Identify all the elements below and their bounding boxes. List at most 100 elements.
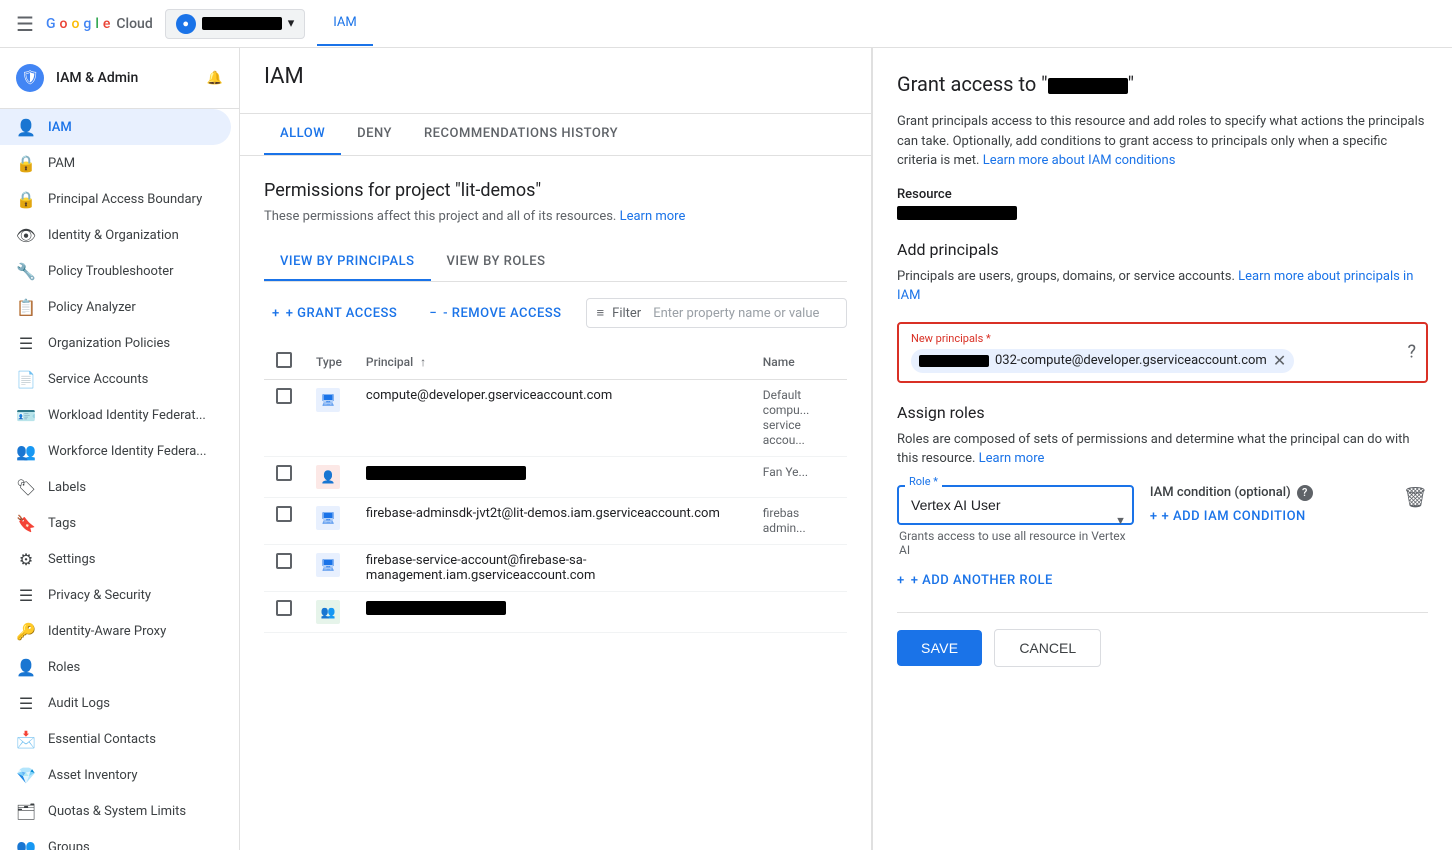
sidebar: 🛡 IAM & Admin 🔔 👤 IAM 🔒 PAM 🔒 Principal … [0,48,240,850]
remove-access-button[interactable]: − - REMOVE ACCESS [421,300,569,327]
sidebar-item-policy-troubleshooter[interactable]: 🔧 Policy Troubleshooter [0,253,231,289]
filter-placeholder: Enter property name or value [653,306,819,321]
chip-close-icon[interactable]: ✕ [1273,353,1286,369]
name-text: firebas admin... [763,506,806,535]
sidebar-item-privacy-security[interactable]: ☰ Privacy & Security [0,577,231,613]
sidebar-item-asset-inventory[interactable]: 💎 Asset Inventory [0,757,231,793]
sidebar-item-workload-identity[interactable]: 🪪 Workload Identity Federat... [0,397,231,433]
sidebar-item-label: Quotas & System Limits [48,804,186,819]
role-select-label: Role * [905,475,942,488]
permissions-desc: These permissions affect this project an… [264,209,847,224]
sidebar-item-labels[interactable]: 🏷 Labels [0,469,231,505]
service-accounts-icon: 📄 [16,369,36,389]
view-by-principals-tab[interactable]: VIEW BY PRINCIPALS [264,244,431,281]
grant-description: Grant principals access to this resource… [897,112,1428,171]
add-another-role-button[interactable]: + + ADD ANOTHER ROLE [897,565,1428,596]
roles-icon: 👤 [16,657,36,677]
sidebar-item-pab[interactable]: 🔒 Principal Access Boundary [0,181,231,217]
sidebar-item-policy-analyzer[interactable]: 📋 Policy Analyzer [0,289,231,325]
iam-title: IAM [264,64,847,89]
view-by-roles-tab[interactable]: VIEW BY ROLES [431,244,562,281]
action-buttons: SAVE CANCEL [897,629,1428,667]
sidebar-item-roles[interactable]: 👤 Roles [0,649,231,685]
select-all-checkbox[interactable] [276,352,292,368]
sidebar-item-label: Labels [48,480,86,495]
sidebar-item-identity[interactable]: 👁 Identity & Organization [0,217,231,253]
main-layout: 🛡 IAM & Admin 🔔 👤 IAM 🔒 PAM 🔒 Principal … [0,48,1452,850]
iam-panel: IAM ALLOW DENY RECOMMENDATIONS HISTORY P… [240,48,872,850]
menu-icon[interactable]: ☰ [16,12,34,36]
table-row: 👥 [264,592,847,633]
table-row: 🖥 compute@developer.gserviceaccount.com … [264,380,847,457]
sidebar-item-pam[interactable]: 🔒 PAM [0,145,231,181]
sidebar-item-groups[interactable]: 👥 Groups [0,829,231,850]
sidebar-item-org-policies[interactable]: ☰ Organization Policies [0,325,231,361]
learn-more-roles-link[interactable]: Learn more [979,451,1045,466]
type-icon: 🖥 [316,553,340,577]
workforce-icon: 👥 [16,441,36,461]
iap-icon: 🔑 [16,621,36,641]
sidebar-item-tags[interactable]: 🔖 Tags [0,505,231,541]
content-area: IAM ALLOW DENY RECOMMENDATIONS HISTORY P… [240,48,1452,850]
sidebar-item-label: Policy Analyzer [48,300,136,315]
role-select[interactable]: Vertex AI User [897,485,1134,525]
learn-more-conditions-link[interactable]: Learn more about IAM conditions [983,153,1176,168]
grant-access-button[interactable]: + + GRANT ACCESS [264,300,405,327]
row-checkbox[interactable] [276,465,292,481]
iam-actions: + + GRANT ACCESS − - REMOVE ACCESS ≡ Fil… [264,298,847,328]
iam-icon: 👤 [16,117,36,137]
iam-content: Permissions for project "lit-demos" Thes… [240,156,871,657]
project-selector[interactable]: ● ▾ [165,9,306,39]
sidebar-header-title: IAM & Admin [56,70,138,86]
bell-icon[interactable]: 🔔 [207,71,223,86]
sidebar-item-service-accounts[interactable]: 📄 Service Accounts [0,361,231,397]
sidebar-item-settings[interactable]: ⚙ Settings [0,541,231,577]
tab-recommendations[interactable]: RECOMMENDATIONS HISTORY [408,114,634,155]
iam-panel-header: IAM [240,48,871,114]
sidebar-item-essential-contacts[interactable]: 📩 Essential Contacts [0,721,231,757]
cancel-button[interactable]: CANCEL [994,629,1101,667]
sidebar-item-audit-logs[interactable]: ☰ Audit Logs [0,685,231,721]
row-checkbox[interactable] [276,600,292,616]
view-tabs: VIEW BY PRINCIPALS VIEW BY ROLES [264,244,847,282]
add-principals-desc: Principals are users, groups, domains, o… [897,267,1428,306]
iam-condition-label: IAM condition (optional) ? [1150,485,1313,501]
org-policies-icon: ☰ [16,333,36,353]
sidebar-item-label: Principal Access Boundary [48,192,202,207]
sidebar-item-label: Policy Troubleshooter [48,264,174,279]
type-icon: 👥 [316,600,340,624]
divider [897,612,1428,613]
plus-condition-icon: + [1150,509,1158,524]
topbar-tab-iam[interactable]: IAM [317,1,372,46]
privacy-icon: ☰ [16,585,36,605]
sidebar-item-label: IAM [48,120,72,135]
sidebar-item-quotas[interactable]: 🗂 Quotas & System Limits [0,793,231,829]
minus-icon: − [429,306,437,321]
chip-name-redacted [919,355,989,367]
iam-table: Type Principal ↑ Name 🖥 compute@develope… [264,344,847,633]
asset-icon: 💎 [16,765,36,785]
row-checkbox[interactable] [276,553,292,569]
resource-label: Resource [897,187,1428,202]
role-row: Role * Vertex AI User ▾ Grants access to… [897,485,1428,557]
google-cloud-logo: Google Cloud [46,16,153,32]
pab-icon: 🔒 [16,189,36,209]
filter-input-container[interactable]: ≡ Filter Enter property name or value [586,298,847,328]
learn-more-link[interactable]: Learn more [620,209,686,224]
sidebar-item-iam[interactable]: 👤 IAM [0,109,231,145]
filter-label: Filter [612,306,641,321]
tab-allow[interactable]: ALLOW [264,114,341,155]
help-condition-icon[interactable]: ? [1297,485,1313,501]
help-icon[interactable]: ? [1407,342,1416,363]
save-button[interactable]: SAVE [897,630,982,666]
delete-role-icon[interactable]: 🗑 [1403,485,1428,509]
sidebar-item-workforce-identity[interactable]: 👥 Workforce Identity Federa... [0,433,231,469]
add-iam-condition-button[interactable]: + + ADD IAM CONDITION [1150,509,1306,524]
plus-role-icon: + [897,573,905,588]
row-checkbox[interactable] [276,388,292,404]
sidebar-item-identity-aware-proxy[interactable]: 🔑 Identity-Aware Proxy [0,613,231,649]
sidebar-item-label: Privacy & Security [48,588,151,603]
tab-deny[interactable]: DENY [341,114,408,155]
row-checkbox[interactable] [276,506,292,522]
filter-icon: ≡ [597,305,605,321]
